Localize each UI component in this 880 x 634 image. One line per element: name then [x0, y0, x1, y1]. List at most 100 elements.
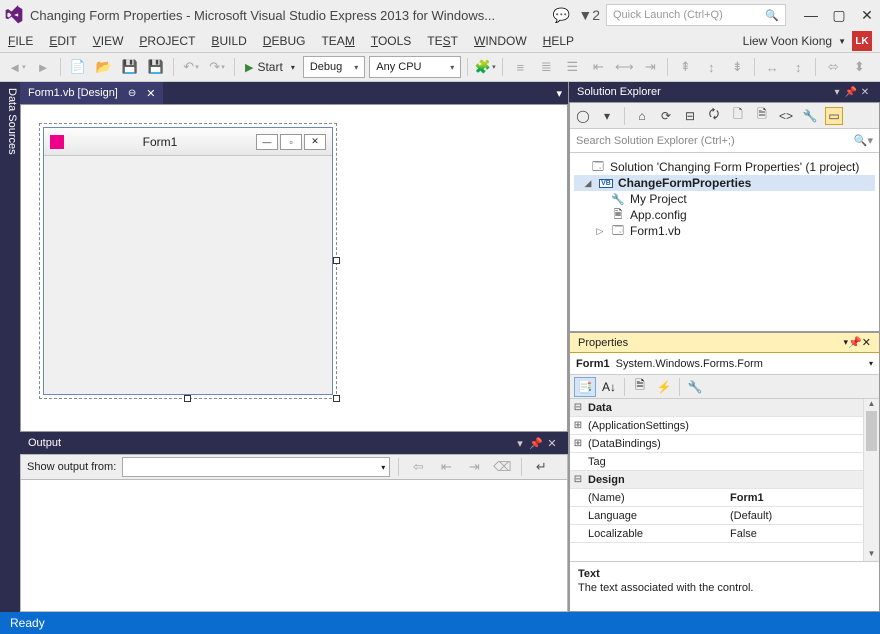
- hspace-icon[interactable]: ↔: [761, 56, 783, 78]
- user-badge[interactable]: LK: [852, 31, 872, 51]
- extensions-icon[interactable]: 🧩▾: [474, 56, 496, 78]
- align-3-icon[interactable]: ☰: [561, 56, 583, 78]
- menu-tools[interactable]: TOOLS: [371, 34, 411, 48]
- platform-dropdown[interactable]: Any CPU▾: [369, 56, 461, 78]
- solution-tree[interactable]: 🗔 Solution 'Changing Form Properties' (1…: [570, 153, 879, 331]
- property-grid[interactable]: ⊟Data ⊞(ApplicationSettings) ⊞(DataBindi…: [570, 399, 879, 561]
- se-dropdown-icon[interactable]: ▾: [830, 87, 844, 98]
- panel-close-icon[interactable]: ✕: [544, 437, 560, 450]
- output-prev-icon[interactable]: ⇤: [435, 456, 457, 478]
- resize-handle-corner[interactable]: [333, 395, 340, 402]
- props-object-selector[interactable]: Form1 System.Windows.Forms.Form ▾: [570, 353, 879, 375]
- nav-back-button[interactable]: ◄▾: [6, 56, 28, 78]
- menu-file[interactable]: FILE: [8, 34, 33, 48]
- se-properties-icon[interactable]: 🔧: [801, 107, 819, 125]
- output-text-area[interactable]: [20, 480, 568, 612]
- nav-fwd-button[interactable]: ►: [32, 56, 54, 78]
- props-pages-icon[interactable]: 🔧: [684, 377, 706, 397]
- props-categorized-icon[interactable]: 📑: [574, 377, 596, 397]
- se-close-icon[interactable]: ✕: [858, 87, 872, 98]
- se-search-input[interactable]: Search Solution Explorer (Ctrl+;) 🔍▾: [570, 129, 879, 153]
- panel-pin-icon[interactable]: 📌: [528, 437, 544, 450]
- close-button[interactable]: ✕: [858, 7, 876, 24]
- props-close-icon[interactable]: ✕: [862, 336, 871, 349]
- save-icon[interactable]: 💾: [119, 56, 141, 78]
- start-debug-button[interactable]: ▶Start▾: [241, 60, 299, 74]
- se-code-icon[interactable]: <>: [777, 107, 795, 125]
- document-tab-form1[interactable]: Form1.vb [Design] ⊖ ✕: [20, 82, 163, 104]
- panel-dropdown-icon[interactable]: ▾: [512, 437, 528, 450]
- tree-solution[interactable]: 🗔 Solution 'Changing Form Properties' (1…: [574, 159, 875, 175]
- se-back-icon[interactable]: ◯: [574, 107, 592, 125]
- menu-project[interactable]: PROJECT: [139, 34, 195, 48]
- save-all-icon[interactable]: 💾: [145, 56, 167, 78]
- feedback-icon[interactable]: 💬: [553, 7, 570, 24]
- quick-launch-input[interactable]: Quick Launch (Ctrl+Q) 🔍: [606, 4, 786, 26]
- se-collapse-icon[interactable]: ⊟: [681, 107, 699, 125]
- align-middle-icon[interactable]: ↕: [700, 56, 722, 78]
- config-dropdown[interactable]: Debug▾: [303, 56, 365, 78]
- data-sources-tab[interactable]: Data Sources: [0, 82, 20, 612]
- resize-handle-right[interactable]: [333, 257, 340, 264]
- se-preview-icon[interactable]: 🗎: [753, 107, 771, 125]
- align-top-icon[interactable]: ⇞: [674, 56, 696, 78]
- output-wrap-icon[interactable]: ↵: [530, 456, 552, 478]
- se-toolbar: ◯ ▾ ⌂ ⟳ ⊟ 🗘 🗋 🗎 <> 🔧 ▭: [570, 103, 879, 129]
- align-left-icon[interactable]: ⇤: [587, 56, 609, 78]
- menu-help[interactable]: HELP: [543, 34, 574, 48]
- tabs-overflow-icon[interactable]: ▾: [550, 82, 568, 104]
- props-props-icon[interactable]: 🗎: [629, 377, 651, 397]
- se-sync-icon[interactable]: ⟳: [657, 107, 675, 125]
- form-title-text: Form1: [70, 135, 250, 149]
- se-pin-icon[interactable]: 📌: [844, 87, 858, 98]
- props-alpha-icon[interactable]: A↓: [598, 377, 620, 397]
- props-events-icon[interactable]: ⚡: [653, 377, 675, 397]
- output-clear-icon[interactable]: ⌫: [491, 456, 513, 478]
- se-refresh-icon[interactable]: 🗘: [705, 107, 723, 125]
- user-name[interactable]: Liew Voon Kiong: [743, 34, 832, 48]
- form-designer-surface[interactable]: Form1 — ▫ ✕: [20, 104, 568, 432]
- tab-pin-icon[interactable]: ⊖: [128, 88, 136, 99]
- tree-project[interactable]: ◢ VB ChangeFormProperties: [574, 175, 875, 191]
- menu-debug[interactable]: DEBUG: [263, 34, 306, 48]
- resize-handle-bottom[interactable]: [184, 395, 191, 402]
- menu-test[interactable]: TEST: [427, 34, 458, 48]
- notifications-icon[interactable]: ▼2: [578, 7, 600, 23]
- menu-window[interactable]: WINDOW: [474, 34, 527, 48]
- menu-view[interactable]: VIEW: [93, 34, 124, 48]
- size-width-icon[interactable]: ⬄: [822, 56, 844, 78]
- props-pin-icon[interactable]: 📌: [848, 336, 862, 349]
- align-2-icon[interactable]: ≣: [535, 56, 557, 78]
- minimize-button[interactable]: —: [802, 7, 820, 24]
- standard-toolbar: ◄▾ ► 📄 📂 💾 💾 ↶▾ ↷▾ ▶Start▾ Debug▾ Any CP…: [0, 52, 880, 82]
- align-bottom-icon[interactable]: ⇟: [726, 56, 748, 78]
- properties-title: Properties: [578, 337, 628, 349]
- undo-button[interactable]: ↶▾: [180, 56, 202, 78]
- tree-form1[interactable]: ▷🗔 Form1.vb: [574, 223, 875, 239]
- menu-build[interactable]: BUILD: [211, 34, 246, 48]
- design-form[interactable]: Form1 — ▫ ✕: [43, 127, 333, 395]
- align-right-icon[interactable]: ⇥: [639, 56, 661, 78]
- show-output-from-label: Show output from:: [27, 461, 116, 473]
- menu-edit[interactable]: EDIT: [49, 34, 76, 48]
- se-showall-icon[interactable]: 🗋: [729, 107, 747, 125]
- redo-button[interactable]: ↷▾: [206, 56, 228, 78]
- size-height-icon[interactable]: ⬍: [848, 56, 870, 78]
- se-home-icon[interactable]: ⌂: [633, 107, 651, 125]
- window-title: Changing Form Properties - Microsoft Vis…: [30, 8, 547, 23]
- new-project-icon[interactable]: 📄: [67, 56, 89, 78]
- align-1-icon[interactable]: ≡: [509, 56, 531, 78]
- props-scrollbar[interactable]: ▲▼: [863, 399, 879, 561]
- open-file-icon[interactable]: 📂: [93, 56, 115, 78]
- se-fwd-icon[interactable]: ▾: [598, 107, 616, 125]
- output-next-icon[interactable]: ⇥: [463, 456, 485, 478]
- maximize-button[interactable]: ▢: [830, 7, 848, 24]
- vspace-icon[interactable]: ↕: [787, 56, 809, 78]
- output-source-dropdown[interactable]: ▾: [122, 457, 390, 477]
- tab-close-icon[interactable]: ✕: [146, 87, 155, 100]
- se-properties-hl-icon[interactable]: ▭: [825, 107, 843, 125]
- menu-team[interactable]: TEAM: [321, 34, 354, 48]
- align-center-icon[interactable]: ⟷: [613, 56, 635, 78]
- form-max-button: ▫: [280, 134, 302, 150]
- output-goto-icon[interactable]: ⇦: [407, 456, 429, 478]
